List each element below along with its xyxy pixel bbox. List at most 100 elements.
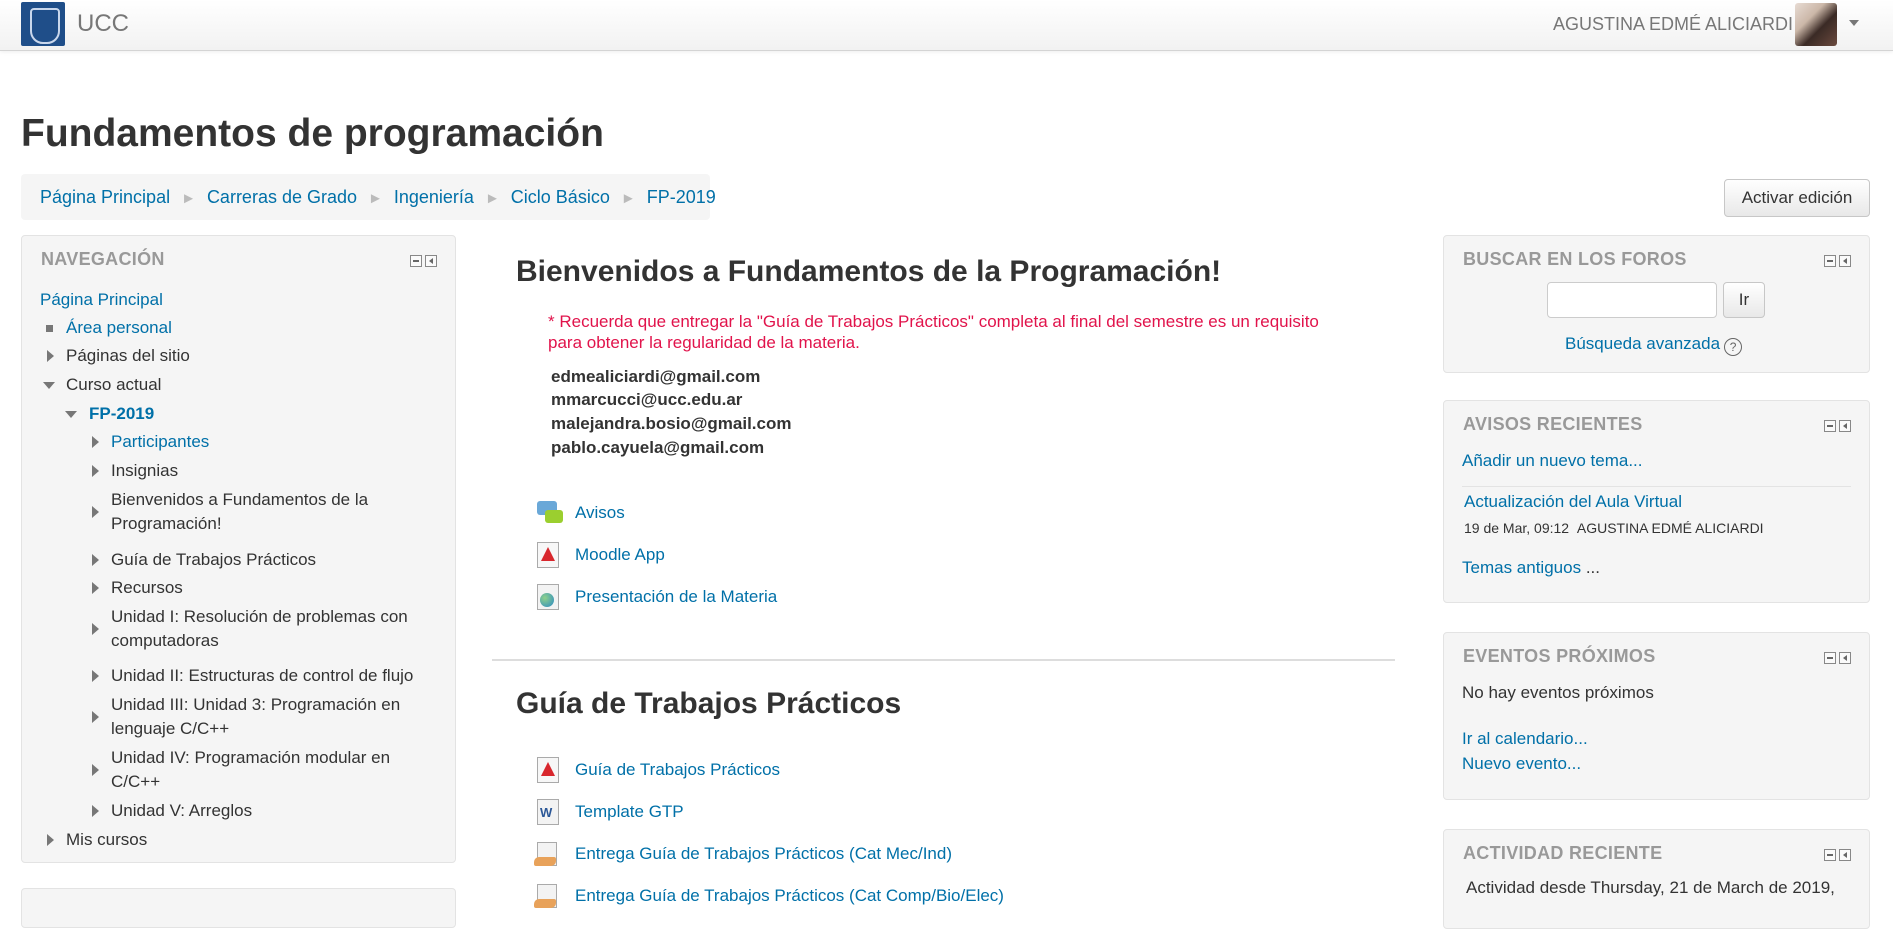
- expand-arrow-icon[interactable]: [47, 350, 54, 362]
- ucc-logo[interactable]: [21, 2, 65, 46]
- activity-forum[interactable]: Avisos: [537, 498, 625, 528]
- section-title-welcome: Bienvenidos a Fundamentos de la Programa…: [516, 255, 1222, 288]
- nav-section-unit2[interactable]: Unidad II: Estructuras de control de flu…: [111, 664, 413, 688]
- shield-icon: [30, 8, 60, 44]
- activity-template[interactable]: Template GTP: [537, 797, 684, 827]
- avatar[interactable]: [1795, 3, 1837, 46]
- calendar-link[interactable]: Ir al calendario...: [1462, 729, 1588, 749]
- nav-participants[interactable]: Participantes: [111, 430, 209, 454]
- add-topic-link[interactable]: Añadir un nuevo tema...: [1462, 451, 1643, 471]
- breadcrumb-separator: ►: [484, 190, 500, 207]
- nav-section-unit3[interactable]: Unidad III: Unidad 3: Programación en: [111, 693, 400, 717]
- activity-pdf[interactable]: Moodle App: [537, 540, 665, 570]
- activity-label[interactable]: Avisos: [575, 503, 625, 523]
- nav-course[interactable]: FP-2019: [89, 402, 154, 426]
- nav-section-unit1[interactable]: Unidad I: Resolución de problemas con: [111, 605, 408, 629]
- expand-arrow-icon[interactable]: [92, 764, 99, 776]
- dock-icon[interactable]: [1839, 652, 1851, 664]
- activity-since-text: Actividad desde Thursday, 21 de March de…: [1466, 878, 1835, 897]
- nav-section-welcome-cont[interactable]: Programación!: [111, 512, 222, 536]
- activity-assignment[interactable]: Entrega Guía de Trabajos Prácticos (Cat …: [534, 881, 1004, 911]
- section-title-guide: Guía de Trabajos Prácticos: [516, 687, 902, 720]
- help-icon[interactable]: ?: [1724, 338, 1743, 356]
- activity-assignment[interactable]: Entrega Guía de Trabajos Prácticos (Cat …: [534, 839, 952, 869]
- expand-arrow-icon[interactable]: [92, 506, 99, 518]
- edit-mode-button[interactable]: Activar edición: [1724, 179, 1870, 217]
- expand-arrow-icon[interactable]: [92, 711, 99, 723]
- separator: [1462, 486, 1851, 487]
- minimize-icon[interactable]: [410, 255, 422, 267]
- new-event-link[interactable]: Nuevo evento...: [1462, 754, 1581, 774]
- activity-label[interactable]: Guía de Trabajos Prácticos: [575, 760, 780, 780]
- block-title: NAVEGACIÓN: [41, 249, 165, 269]
- notice-text: * Recuerda que entregar la "Guía de Trab…: [548, 311, 1378, 353]
- dock-icon[interactable]: [1839, 420, 1851, 432]
- nav-section-unit4-cont[interactable]: C/C++: [111, 770, 160, 794]
- expand-arrow-icon[interactable]: [92, 805, 99, 817]
- nav-section-welcome[interactable]: Bienvenidos a Fundamentos de la: [111, 488, 368, 512]
- activity-label[interactable]: Moodle App: [575, 545, 665, 565]
- breadcrumb-carreras[interactable]: Carreras de Grado: [207, 187, 357, 207]
- notice-line: * Recuerda que entregar la "Guía de Trab…: [548, 312, 1319, 331]
- news-post-date: 19 de Mar, 09:12: [1464, 520, 1570, 536]
- activity-guide-pdf[interactable]: Guía de Trabajos Prácticos: [537, 755, 780, 785]
- nav-site-pages[interactable]: Páginas del sitio: [66, 344, 190, 368]
- nav-section-unit4[interactable]: Unidad IV: Programación modular en: [111, 746, 390, 770]
- nav-badges[interactable]: Insignias: [111, 459, 178, 483]
- collapse-arrow-icon[interactable]: [43, 382, 55, 389]
- block-controls: [410, 255, 437, 267]
- nav-section-unit3-cont[interactable]: lenguaje C/C++: [111, 717, 229, 741]
- advanced-search: Búsqueda avanzada?: [1565, 334, 1743, 356]
- collapse-arrow-icon[interactable]: [65, 411, 77, 418]
- expand-arrow-icon[interactable]: [92, 436, 99, 448]
- events-block: EVENTOS PRÓXIMOS No hay eventos próximos…: [1443, 632, 1870, 800]
- nav-section-unit5[interactable]: Unidad V: Arreglos: [111, 799, 252, 823]
- nav-my-courses[interactable]: Mis cursos: [66, 828, 147, 852]
- breadcrumb-course[interactable]: FP-2019: [647, 187, 716, 207]
- brand-name[interactable]: UCC: [77, 10, 129, 38]
- nav-current-course[interactable]: Curso actual: [66, 373, 161, 397]
- news-block: AVISOS RECIENTES Añadir un nuevo tema...…: [1443, 400, 1870, 603]
- expand-arrow-icon[interactable]: [92, 623, 99, 635]
- nav-home[interactable]: Página Principal: [40, 288, 163, 312]
- older-topics-link[interactable]: Temas antiguos: [1462, 558, 1581, 577]
- forum-search-button[interactable]: Ir: [1723, 282, 1765, 318]
- email-text: malejandra.bosio@gmail.com: [551, 414, 792, 433]
- forum-search-block: BUSCAR EN LOS FOROS Ir Búsqueda avanzada…: [1443, 235, 1870, 373]
- breadcrumb-ciclo-basico[interactable]: Ciclo Básico: [511, 187, 610, 207]
- activity-label[interactable]: Entrega Guía de Trabajos Prácticos (Cat …: [575, 886, 1004, 906]
- older-topics-ellipsis: ...: [1585, 558, 1600, 577]
- expand-arrow-icon[interactable]: [92, 554, 99, 566]
- expand-arrow-icon[interactable]: [47, 834, 54, 846]
- nav-section-unit1-cont[interactable]: computadoras: [111, 629, 219, 653]
- minimize-icon[interactable]: [1824, 652, 1836, 664]
- expand-arrow-icon[interactable]: [92, 582, 99, 594]
- news-post-author: AGUSTINA EDMÉ ALICIARDI: [1576, 520, 1764, 536]
- minimize-icon[interactable]: [1824, 255, 1836, 267]
- breadcrumb-ingenieria[interactable]: Ingeniería: [394, 187, 474, 207]
- activity-label[interactable]: Presentación de la Materia: [575, 587, 777, 607]
- dock-icon[interactable]: [1839, 849, 1851, 861]
- dock-icon[interactable]: [425, 255, 437, 267]
- forum-search-input[interactable]: [1547, 282, 1717, 318]
- expand-arrow-icon[interactable]: [92, 465, 99, 477]
- nav-section-guide[interactable]: Guía de Trabajos Prácticos: [111, 548, 316, 572]
- email-text: edmealiciardi@gmail.com: [551, 367, 761, 386]
- assignment-icon: [534, 884, 557, 908]
- nav-personal[interactable]: Área personal: [66, 316, 172, 340]
- advanced-search-link[interactable]: Búsqueda avanzada: [1565, 334, 1720, 353]
- breadcrumb-home[interactable]: Página Principal: [40, 187, 170, 207]
- nav-section-resources[interactable]: Recursos: [111, 576, 183, 600]
- block-title: ACTIVIDAD RECIENTE: [1463, 843, 1663, 863]
- activity-url[interactable]: Presentación de la Materia: [537, 582, 777, 612]
- email-text: mmarcucci@ucc.edu.ar: [551, 390, 743, 409]
- activity-label[interactable]: Template GTP: [575, 802, 684, 822]
- minimize-icon[interactable]: [1824, 849, 1836, 861]
- expand-arrow-icon[interactable]: [92, 670, 99, 682]
- user-name[interactable]: AGUSTINA EDMÉ ALICIARDI: [1553, 14, 1793, 35]
- dock-icon[interactable]: [1839, 255, 1851, 267]
- minimize-icon[interactable]: [1824, 420, 1836, 432]
- chevron-down-icon[interactable]: [1849, 20, 1859, 26]
- activity-label[interactable]: Entrega Guía de Trabajos Prácticos (Cat …: [575, 844, 952, 864]
- news-post-title[interactable]: Actualización del Aula Virtual: [1464, 492, 1682, 512]
